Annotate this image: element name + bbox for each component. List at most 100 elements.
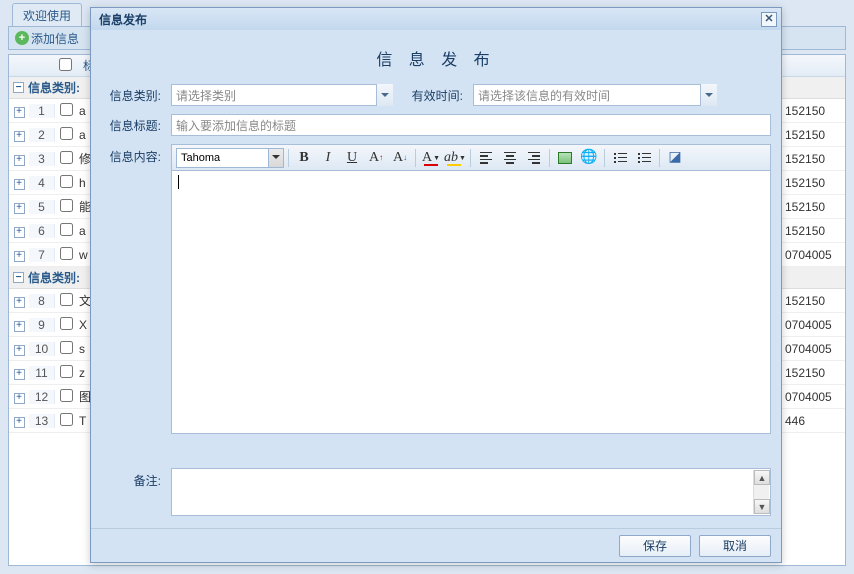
- row-number: 12: [29, 390, 55, 404]
- editor-toolbar: Tahoma B I U A↑ A↓ A▼ ab▼: [172, 145, 770, 171]
- row-number: 6: [29, 224, 55, 238]
- align-center-button[interactable]: [499, 147, 521, 169]
- chevron-down-icon[interactable]: [700, 84, 717, 106]
- chevron-down-icon[interactable]: [376, 84, 393, 106]
- row-checkbox[interactable]: [60, 223, 73, 236]
- add-info-button[interactable]: + 添加信息: [15, 30, 79, 47]
- collapse-icon[interactable]: −: [13, 272, 24, 283]
- expand-icon[interactable]: +: [9, 389, 29, 404]
- valid-time-select[interactable]: [473, 84, 717, 106]
- row-checkbox[interactable]: [60, 341, 73, 354]
- expand-icon[interactable]: +: [9, 223, 29, 238]
- row-value: 446: [785, 414, 845, 428]
- remark-textarea[interactable]: ▲ ▼: [171, 468, 771, 516]
- insert-image-button[interactable]: [554, 147, 576, 169]
- label-content: 信息内容:: [101, 144, 171, 165]
- row-value: 152150: [785, 366, 845, 380]
- expand-icon[interactable]: +: [9, 103, 29, 118]
- row-value: 0704005: [785, 248, 845, 262]
- rich-text-editor: Tahoma B I U A↑ A↓ A▼ ab▼: [171, 144, 771, 434]
- align-left-button[interactable]: [475, 147, 497, 169]
- row-value: 0704005: [785, 318, 845, 332]
- row-checkbox[interactable]: [60, 365, 73, 378]
- font-increase-button[interactable]: A↑: [365, 147, 387, 169]
- label-remark: 备注:: [101, 468, 171, 489]
- insert-link-button[interactable]: 🌐: [578, 147, 600, 169]
- row-number: 11: [29, 366, 55, 380]
- row-number: 13: [29, 414, 55, 428]
- row-checkbox[interactable]: [60, 247, 73, 260]
- dialog-title: 信息发布: [99, 11, 147, 28]
- scroll-down-icon[interactable]: ▼: [754, 499, 770, 514]
- underline-button[interactable]: U: [341, 147, 363, 169]
- info-title-input[interactable]: [171, 114, 771, 136]
- expand-icon[interactable]: +: [9, 175, 29, 190]
- dialog-body: 信 息 发 布 信息类别: 有效时间: 信息标题: 信息内容: Tahoma: [91, 30, 781, 528]
- font-family-select[interactable]: Tahoma: [176, 148, 284, 168]
- cancel-button[interactable]: 取消: [699, 535, 771, 557]
- font-value: Tahoma: [181, 152, 220, 164]
- expand-icon[interactable]: +: [9, 199, 29, 214]
- row-checkbox[interactable]: [60, 103, 73, 116]
- expand-icon[interactable]: +: [9, 413, 29, 428]
- tab-welcome[interactable]: 欢迎使用: [12, 3, 82, 27]
- info-publish-dialog: 信息发布 ✕ 信 息 发 布 信息类别: 有效时间: 信息标题: 信息内容:: [90, 7, 782, 563]
- scroll-up-icon[interactable]: ▲: [754, 470, 770, 485]
- row-number: 1: [29, 104, 55, 118]
- unordered-list-button[interactable]: [633, 147, 655, 169]
- dialog-titlebar[interactable]: 信息发布 ✕: [91, 8, 781, 30]
- group-label: 信息类别:: [28, 79, 80, 96]
- background-tabs: 欢迎使用: [12, 3, 82, 27]
- label-category: 信息类别:: [101, 87, 171, 104]
- category-select[interactable]: [171, 84, 393, 106]
- collapse-icon[interactable]: −: [13, 82, 24, 93]
- row-checkbox[interactable]: [60, 317, 73, 330]
- dialog-heading: 信 息 发 布: [101, 36, 771, 84]
- row-number: 2: [29, 128, 55, 142]
- font-color-button[interactable]: A▼: [420, 147, 442, 169]
- row-value: 0704005: [785, 342, 845, 356]
- align-right-button[interactable]: [523, 147, 545, 169]
- row-checkbox[interactable]: [60, 151, 73, 164]
- font-decrease-button[interactable]: A↓: [389, 147, 411, 169]
- row-value: 152150: [785, 176, 845, 190]
- row-value: 152150: [785, 128, 845, 142]
- row-checkbox[interactable]: [60, 293, 73, 306]
- group-label: 信息类别:: [28, 269, 80, 286]
- expand-icon[interactable]: +: [9, 151, 29, 166]
- bold-button[interactable]: B: [293, 147, 315, 169]
- row-number: 7: [29, 248, 55, 262]
- expand-icon[interactable]: +: [9, 293, 29, 308]
- label-info-title: 信息标题:: [101, 117, 171, 134]
- row-checkbox[interactable]: [60, 199, 73, 212]
- label-valid-time: 有效时间:: [393, 87, 473, 104]
- row-checkbox[interactable]: [60, 127, 73, 140]
- italic-button[interactable]: I: [317, 147, 339, 169]
- scrollbar[interactable]: ▲ ▼: [753, 470, 769, 514]
- row-value: 152150: [785, 152, 845, 166]
- row-value: 0704005: [785, 390, 845, 404]
- expand-icon[interactable]: +: [9, 341, 29, 356]
- editor-content-area[interactable]: [172, 171, 770, 433]
- expand-icon[interactable]: +: [9, 247, 29, 262]
- add-info-label: 添加信息: [31, 30, 79, 47]
- row-checkbox[interactable]: [60, 389, 73, 402]
- expand-icon[interactable]: +: [9, 317, 29, 332]
- row-number: 10: [29, 342, 55, 356]
- dialog-footer: 保存 取消: [91, 528, 781, 562]
- expand-icon[interactable]: +: [9, 365, 29, 380]
- save-button[interactable]: 保存: [619, 535, 691, 557]
- close-icon[interactable]: ✕: [761, 12, 777, 27]
- header-checkbox[interactable]: [59, 58, 72, 71]
- row-checkbox[interactable]: [60, 175, 73, 188]
- row-number: 4: [29, 176, 55, 190]
- source-edit-button[interactable]: ◪: [664, 147, 686, 169]
- row-number: 9: [29, 318, 55, 332]
- row-number: 8: [29, 294, 55, 308]
- highlight-button[interactable]: ab▼: [444, 147, 466, 169]
- row-value: 152150: [785, 104, 845, 118]
- row-checkbox[interactable]: [60, 413, 73, 426]
- ordered-list-button[interactable]: [609, 147, 631, 169]
- chevron-down-icon: [268, 149, 283, 167]
- expand-icon[interactable]: +: [9, 127, 29, 142]
